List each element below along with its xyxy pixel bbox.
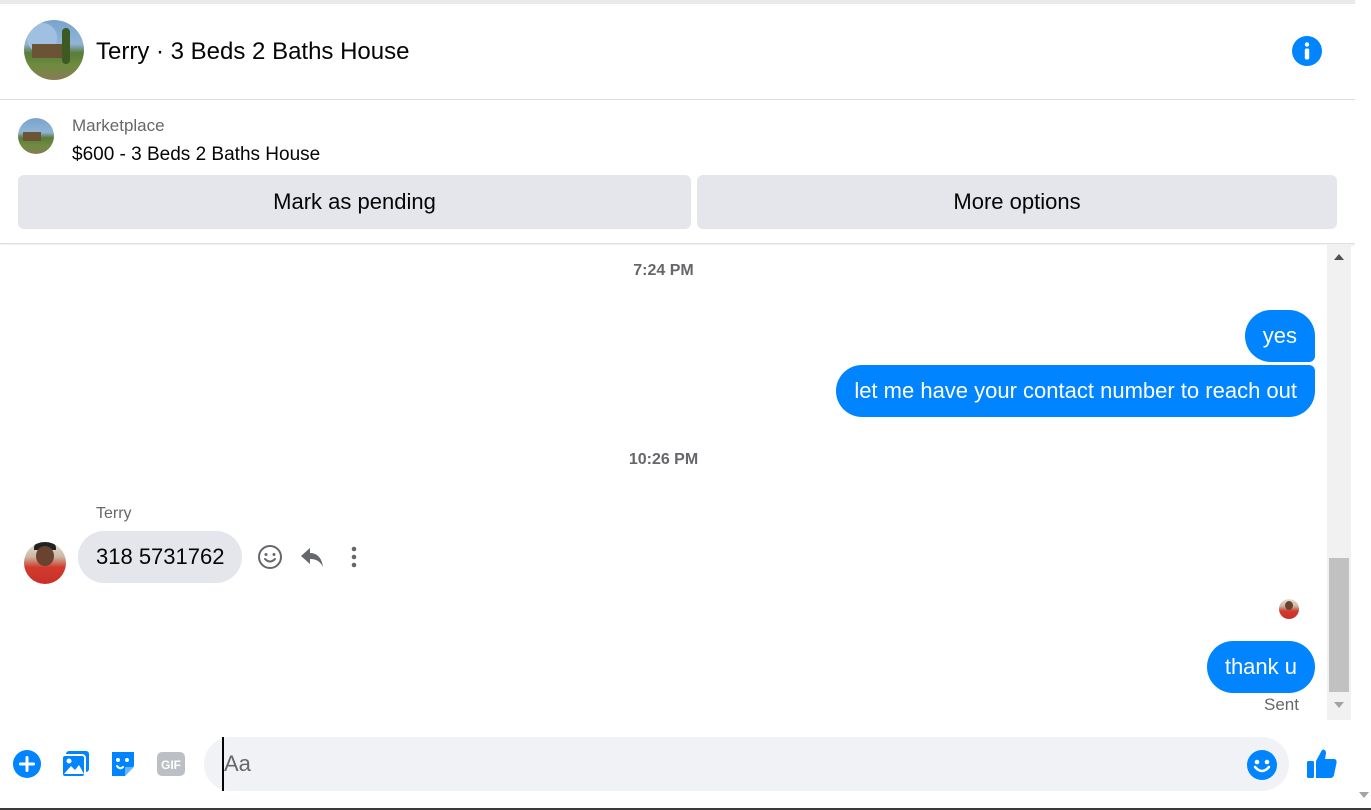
avatar-face-shape: [36, 546, 54, 566]
image-icon[interactable]: [60, 748, 92, 780]
message-status: Sent: [1264, 695, 1299, 714]
scroll-down-arrow-icon[interactable]: [1359, 792, 1369, 798]
gif-icon[interactable]: GIF: [155, 748, 187, 780]
message-composer: GIF: [0, 720, 1355, 808]
seen-by-avatar: [1279, 599, 1299, 619]
marketplace-label: Marketplace: [72, 116, 165, 135]
plus-icon[interactable]: [11, 748, 43, 780]
listing-thumbnail[interactable]: [18, 118, 54, 154]
avatar-house-shape: [32, 44, 62, 58]
sender-avatar[interactable]: [24, 542, 66, 584]
scrollbar-thumb[interactable]: [1329, 558, 1349, 692]
marketplace-listing-panel: Marketplace $600 - 3 Beds 2 Baths House …: [0, 100, 1355, 244]
incoming-message[interactable]: 318 5731762: [78, 531, 243, 583]
outgoing-message[interactable]: let me have your contact number to reach…: [836, 365, 1315, 417]
timestamp: 10:26 PM: [628, 451, 699, 468]
sticker-icon[interactable]: [107, 748, 139, 780]
more-vertical-icon[interactable]: [342, 543, 370, 571]
outgoing-message[interactable]: yes: [1244, 310, 1315, 362]
conversation-title[interactable]: Terry · 3 Beds 2 Baths House: [96, 38, 409, 66]
message-input[interactable]: [222, 737, 1232, 791]
avatar-tree-shape: [62, 28, 70, 64]
more-options-button[interactable]: More options: [697, 175, 1337, 229]
mark-as-pending-button[interactable]: Mark as pending: [18, 175, 691, 229]
outgoing-message[interactable]: thank u: [1206, 641, 1315, 693]
sender-name: Terry: [96, 505, 132, 522]
listing-title[interactable]: $600 - 3 Beds 2 Baths House: [72, 144, 320, 166]
avatar-face-shape: [1285, 601, 1293, 610]
scroll-down-arrow-icon[interactable]: [1334, 702, 1344, 708]
info-icon[interactable]: [1292, 36, 1322, 66]
smile-icon[interactable]: [256, 543, 284, 571]
window-scrollbar[interactable]: [1355, 0, 1371, 810]
scroll-up-arrow-icon[interactable]: [1334, 254, 1344, 260]
reply-icon[interactable]: [298, 543, 326, 571]
thumbs-up-icon[interactable]: [1305, 747, 1339, 781]
message-thread[interactable]: 7:24 PM yes let me have your contact num…: [0, 245, 1327, 720]
svg-text:GIF: GIF: [161, 758, 181, 772]
thumbnail-house-shape: [23, 132, 41, 141]
thread-scrollbar[interactable]: [1327, 245, 1351, 720]
timestamp: 7:24 PM: [633, 262, 694, 279]
message-input-container[interactable]: [204, 737, 1289, 791]
emoji-icon[interactable]: [1246, 749, 1278, 781]
listing-avatar[interactable]: [24, 20, 84, 80]
conversation-header: Terry · 3 Beds 2 Baths House: [0, 4, 1355, 100]
